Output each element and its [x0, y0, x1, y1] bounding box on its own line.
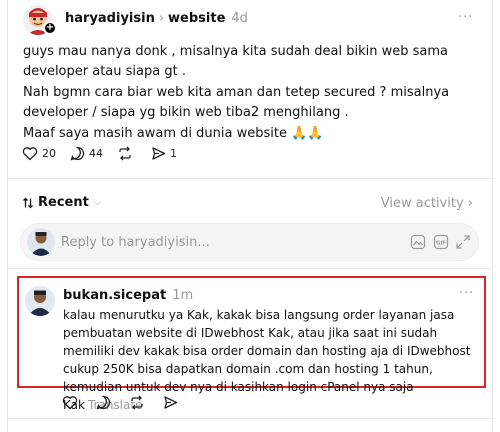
reply-button[interactable]: 44 [70, 146, 103, 161]
post-actions: 20 44 1 [22, 146, 191, 161]
reply-author-avatar[interactable] [25, 286, 55, 316]
view-activity-label: View activity [380, 196, 464, 211]
comment-icon [70, 146, 85, 161]
heart-icon [22, 147, 38, 161]
repost-icon[interactable] [129, 395, 145, 410]
reply-header: bukan.sicepat 1m [63, 288, 193, 303]
send-icon [152, 147, 166, 160]
section-divider [8, 178, 492, 179]
reply-actions [62, 395, 196, 410]
share-count: 1 [170, 147, 177, 160]
reply-username[interactable]: bukan.sicepat [63, 288, 166, 303]
reply-time: 1m [172, 288, 194, 303]
view-activity-link[interactable]: View activity › [381, 196, 473, 211]
svg-text:GIF: GIF [436, 241, 447, 247]
repost-button[interactable] [117, 146, 137, 161]
post-paragraph-3: Maaf saya masih awam di dunia website 🙏🙏 [23, 126, 324, 141]
sort-dropdown[interactable]: Recent ⌵ [22, 195, 101, 210]
reply-more-icon[interactable]: ··· [459, 286, 474, 301]
chevron-down-icon: ⌵ [93, 197, 102, 208]
send-icon[interactable] [163, 395, 178, 410]
reply-composer[interactable]: GIF [20, 223, 479, 261]
like-button[interactable]: 20 [22, 146, 56, 161]
comment-icon[interactable] [96, 395, 111, 410]
sort-label: Recent [38, 195, 89, 210]
post-username[interactable]: haryadiyisin [65, 11, 155, 26]
current-user-avatar [27, 228, 55, 256]
reply-count: 44 [89, 147, 103, 160]
post-paragraph-2: Nah bgmn cara biar web kita aman dan tet… [23, 85, 450, 120]
repost-icon [119, 146, 131, 161]
post-paragraph-1: guys mau nanya donk , misalnya kita suda… [23, 44, 449, 79]
reply-input[interactable] [61, 233, 361, 251]
sort-arrows-icon [23, 197, 33, 208]
share-button[interactable]: 1 [151, 146, 177, 161]
follow-plus-icon[interactable]: + [43, 21, 57, 35]
section-divider [8, 268, 492, 269]
post-topic[interactable]: website [168, 11, 225, 26]
post-header: haryadiyisin › website 4d [65, 11, 248, 26]
heart-icon[interactable] [62, 395, 78, 410]
gif-icon[interactable]: GIF [433, 234, 449, 250]
like-count: 20 [42, 147, 56, 160]
section-divider [8, 418, 492, 419]
image-icon[interactable] [410, 234, 426, 250]
chevron-right-icon: › [467, 196, 473, 211]
expand-icon[interactable] [455, 234, 471, 250]
post-more-icon[interactable]: ··· [458, 10, 473, 25]
post-time: 4d [231, 11, 248, 26]
chevron-right-icon: › [158, 11, 165, 26]
reply-card: bukan.sicepat 1m ··· kalau menurutku ya K… [17, 276, 486, 412]
